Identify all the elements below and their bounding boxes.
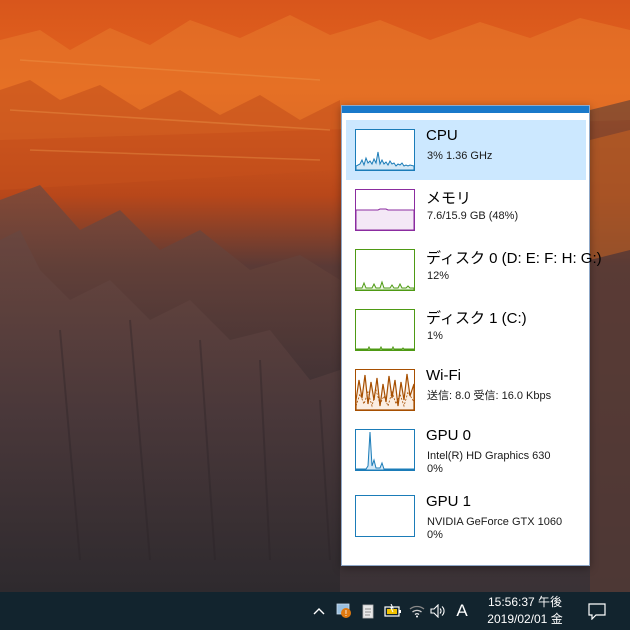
summary-item-gpu-0[interactable]: GPU 0 Intel(R) HD Graphics 630 0% — [346, 420, 586, 480]
disk-0-usage: 12% — [427, 270, 450, 282]
task-manager-summary-panel: CPU 3% 1.36 GHz メモリ 7.6/15.9 GB (48%) ディ… — [341, 105, 602, 566]
gpu-1-graph-thumbnail — [355, 495, 415, 537]
clock-date: 2019/02/01 金 — [487, 612, 563, 626]
battery-icon[interactable] — [382, 592, 404, 630]
memory-graph-thumbnail — [355, 189, 415, 231]
ime-mode-label: A — [456, 601, 468, 620]
svg-text:!: ! — [344, 609, 347, 618]
summary-item-gpu-1[interactable]: GPU 1 NVIDIA GeForce GTX 1060 0% — [346, 486, 586, 546]
ime-mode-indicator[interactable]: A — [452, 592, 472, 630]
gpu-0-title: GPU 0 — [426, 427, 472, 444]
disk-1-graph-thumbnail — [355, 309, 415, 351]
action-center-icon[interactable] — [586, 592, 608, 630]
gpu-1-name: NVIDIA GeForce GTX 1060 — [427, 516, 563, 528]
wifi-throughput: 送信: 8.0 受信: 16.0 Kbps — [427, 390, 552, 402]
document-icon[interactable] — [358, 592, 378, 630]
gpu-0-graph-thumbnail — [355, 429, 415, 471]
gpu-0-name: Intel(R) HD Graphics 630 — [427, 450, 551, 462]
disk-1-usage: 1% — [427, 330, 443, 342]
wifi-title: Wi-Fi — [426, 367, 461, 384]
wifi-graph-thumbnail — [355, 369, 415, 411]
volume-icon[interactable] — [428, 592, 450, 630]
summary-item-disk-0[interactable]: ディスク 0 (D: E: F: H: G:) 12% — [346, 240, 602, 300]
gpu-1-title: GPU 1 — [426, 493, 472, 510]
clock-time: 15:56:37 午後 — [487, 595, 563, 609]
taskbar: ! A 15:56:37 午後 2019/02/01 金 — [0, 592, 630, 630]
summary-item-wifi[interactable]: Wi-Fi 送信: 8.0 受信: 16.0 Kbps — [346, 360, 586, 420]
wifi-icon[interactable] — [406, 592, 428, 630]
disk-1-title: ディスク 1 (C:) — [426, 310, 527, 327]
task-manager-tray-icon[interactable]: ! — [333, 592, 355, 630]
summary-item-disk-1[interactable]: ディスク 1 (C:) 1% — [346, 300, 586, 360]
memory-title: メモリ — [426, 190, 472, 207]
gpu-1-usage: 0% — [427, 529, 443, 541]
chevron-up-icon[interactable] — [309, 592, 329, 630]
gpu-0-usage: 0% — [427, 463, 443, 475]
memory-usage: 7.6/15.9 GB (48%) — [427, 210, 519, 222]
summary-item-memory[interactable]: メモリ 7.6/15.9 GB (48%) — [346, 180, 586, 240]
cpu-graph-thumbnail — [355, 129, 415, 171]
disk-0-graph-thumbnail — [355, 249, 415, 291]
cpu-usage: 3% 1.36 GHz — [427, 150, 493, 162]
disk-0-title: ディスク 0 (D: E: F: H: G:) — [426, 250, 602, 267]
summary-item-cpu[interactable]: CPU 3% 1.36 GHz — [346, 120, 586, 180]
panel-accent-bar — [342, 106, 589, 113]
clock[interactable]: 15:56:37 午後 2019/02/01 金 — [476, 594, 574, 628]
cpu-title: CPU — [426, 127, 458, 144]
